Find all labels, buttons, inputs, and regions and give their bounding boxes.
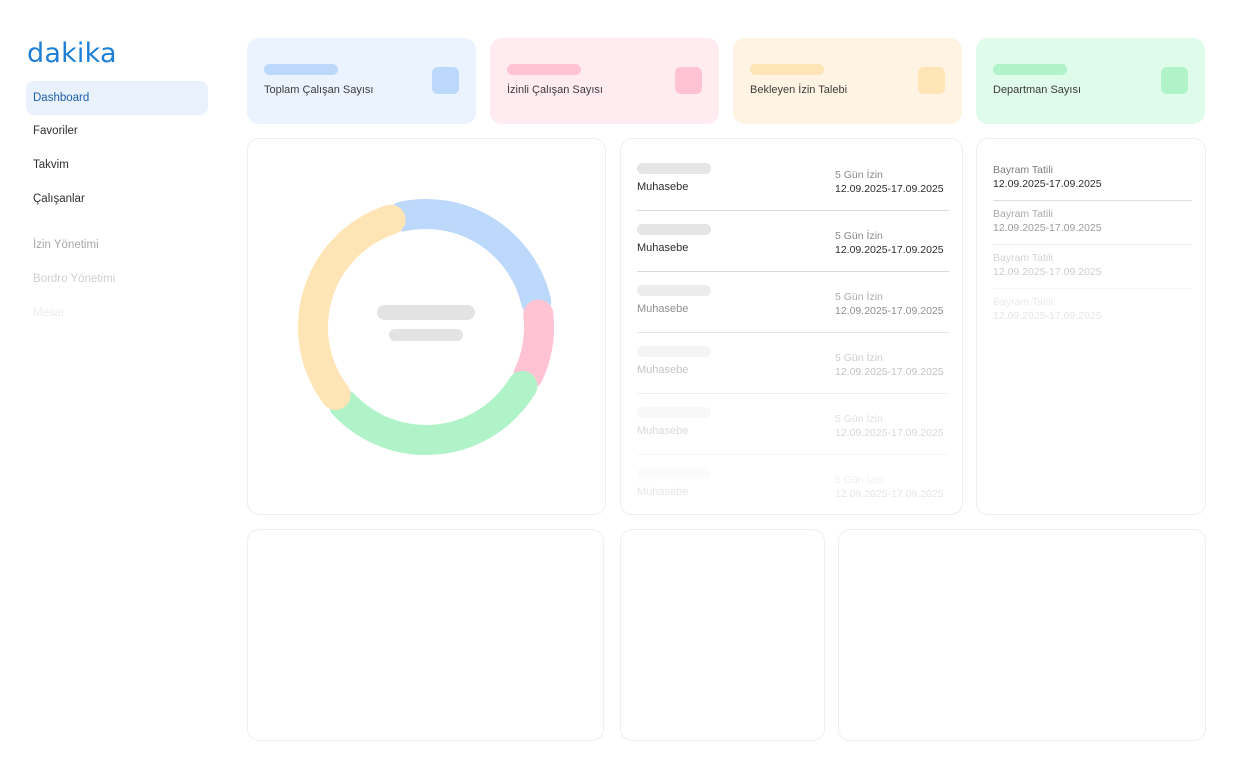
holiday-date-range: 12.09.2025-17.09.2025 (993, 178, 1102, 190)
stat-card-employees-on-leave[interactable]: İzinli Çalışan Sayısı (490, 38, 719, 124)
leave-days: 5 Gün İzin (835, 169, 883, 181)
value-placeholder (750, 64, 824, 75)
leave-department: Muhasebe (637, 303, 689, 315)
leave-days: 5 Gün İzin (835, 291, 883, 303)
value-placeholder (507, 64, 581, 75)
leave-date-range: 12.09.2025-17.09.2025 (835, 305, 944, 317)
holiday-row[interactable]: Bayram Tatili 12.09.2025-17.09.2025 (993, 208, 1192, 252)
value-placeholder (264, 64, 338, 75)
name-placeholder (637, 224, 711, 235)
leave-days: 5 Gün İzin (835, 352, 883, 364)
row-divider (993, 200, 1192, 201)
donut-chart (298, 199, 554, 455)
name-placeholder (637, 285, 711, 296)
donut-title-placeholder (377, 305, 475, 320)
leave-request-row[interactable]: Muhasebe 5 Gün İzin 12.09.2025-17.09.2025 (637, 407, 949, 468)
leave-request-row[interactable]: Muhasebe 5 Gün İzin 12.09.2025-17.09.2025 (637, 346, 949, 407)
holiday-row[interactable]: Bayram Tatili 12.09.2025-17.09.2025 (993, 164, 1192, 208)
sidebar-item-overtime[interactable]: Mesai (26, 296, 208, 330)
stat-label: İzinli Çalışan Sayısı (507, 84, 603, 96)
sidebar-item-label: Çalışanlar (33, 193, 85, 205)
donut-segment[interactable] (328, 370, 538, 455)
leave-request-row[interactable]: Muhasebe 5 Gün İzin 12.09.2025-17.09.2025 (637, 224, 949, 285)
leave-date-range: 12.09.2025-17.09.2025 (835, 183, 944, 195)
stat-icon (1161, 67, 1188, 94)
donut-segment[interactable] (298, 204, 406, 410)
sidebar-item-label: Takvim (33, 159, 69, 171)
stat-card-total-employees[interactable]: Toplam Çalışan Sayısı (247, 38, 476, 124)
row-divider (993, 244, 1192, 245)
leave-request-row[interactable]: Muhasebe 5 Gün İzin 12.09.2025-17.09.2025 (637, 285, 949, 346)
sidebar-item-employees[interactable]: Çalışanlar (26, 182, 208, 216)
sidebar-item-favorites[interactable]: Favoriler (26, 114, 208, 148)
name-placeholder (637, 346, 711, 357)
leave-date-range: 12.09.2025-17.09.2025 (835, 366, 944, 378)
leave-date-range: 12.09.2025-17.09.2025 (835, 244, 944, 256)
holiday-name: Bayram Tatili (993, 252, 1053, 264)
stat-label: Toplam Çalışan Sayısı (264, 84, 374, 96)
leave-days: 5 Gün İzin (835, 230, 883, 242)
leave-date-range: 12.09.2025-17.09.2025 (835, 427, 944, 439)
bottom-panel-left (247, 529, 604, 741)
name-placeholder (637, 163, 711, 174)
stat-label: Departman Sayısı (993, 84, 1082, 96)
holiday-name: Bayram Tatili (993, 296, 1053, 308)
holiday-row[interactable]: Bayram Tatili 12.09.2025-17.09.2025 (993, 296, 1192, 340)
stat-label: Bekleyen İzin Talebi (750, 84, 848, 96)
row-divider (637, 271, 949, 272)
donut-subtitle-placeholder (389, 329, 463, 341)
stat-card-pending-leave-requests[interactable]: Bekleyen İzin Talebi (733, 38, 962, 124)
holiday-name: Bayram Tatili (993, 164, 1053, 176)
leave-department: Muhasebe (637, 486, 689, 498)
sidebar-item-label: Favoriler (33, 125, 78, 137)
leave-department: Muhasebe (637, 425, 689, 437)
name-placeholder (637, 407, 711, 418)
holiday-date-range: 12.09.2025-17.09.2025 (993, 266, 1102, 278)
holiday-row[interactable]: Bayram Tatili 12.09.2025-17.09.2025 (993, 252, 1192, 296)
name-placeholder (637, 468, 711, 479)
leave-department: Muhasebe (637, 181, 689, 193)
sidebar-item-calendar[interactable]: Takvim (26, 148, 208, 182)
sidebar-item-label: Mesai (33, 307, 64, 319)
leave-request-row[interactable]: Muhasebe 5 Gün İzin 12.09.2025-17.09.2025 (637, 163, 949, 224)
holiday-date-range: 12.09.2025-17.09.2025 (993, 310, 1102, 322)
sidebar-item-label: Bordro Yönetimi (33, 273, 116, 285)
sidebar: dakika Dashboard Favoriler Takvim Çalışa… (0, 0, 220, 762)
leave-request-row[interactable]: Muhasebe 5 Gün İzin 12.09.2025-17.09.2025 (637, 468, 949, 514)
leave-department: Muhasebe (637, 364, 689, 376)
leave-department: Muhasebe (637, 242, 689, 254)
sidebar-item-label: İzin Yönetimi (33, 239, 99, 251)
donut-segment[interactable] (513, 299, 554, 390)
bottom-panel-right (838, 529, 1206, 741)
holidays-panel: Bayram Tatili 12.09.2025-17.09.2025 Bayram… (976, 138, 1206, 515)
stat-icon (918, 67, 945, 94)
row-divider (993, 288, 1192, 289)
bottom-panel-middle (620, 529, 825, 741)
sidebar-item-leave-management[interactable]: İzin Yönetimi (26, 228, 208, 262)
donut-chart-panel (247, 138, 606, 515)
row-divider (637, 332, 949, 333)
sidebar-item-label: Dashboard (33, 92, 90, 104)
sidebar-item-payroll-management[interactable]: Bordro Yönetimi (26, 262, 208, 296)
leave-date-range: 12.09.2025-17.09.2025 (835, 488, 944, 500)
app-logo[interactable]: dakika (27, 38, 117, 69)
leave-requests-panel: Muhasebe 5 Gün İzin 12.09.2025-17.09.2025 M… (620, 138, 963, 515)
stat-icon (432, 67, 459, 94)
leave-days: 5 Gün İzin (835, 413, 883, 425)
leave-days: 5 Gün İzin (835, 474, 883, 486)
value-placeholder (993, 64, 1067, 75)
row-divider (637, 210, 949, 211)
stat-icon (675, 67, 702, 94)
row-divider (637, 454, 949, 455)
holiday-date-range: 12.09.2025-17.09.2025 (993, 222, 1102, 234)
holiday-name: Bayram Tatili (993, 208, 1053, 220)
sidebar-item-dashboard[interactable]: Dashboard (26, 81, 208, 115)
row-divider (637, 393, 949, 394)
donut-segment[interactable] (387, 199, 552, 317)
stat-card-department-count[interactable]: Departman Sayısı (976, 38, 1205, 124)
